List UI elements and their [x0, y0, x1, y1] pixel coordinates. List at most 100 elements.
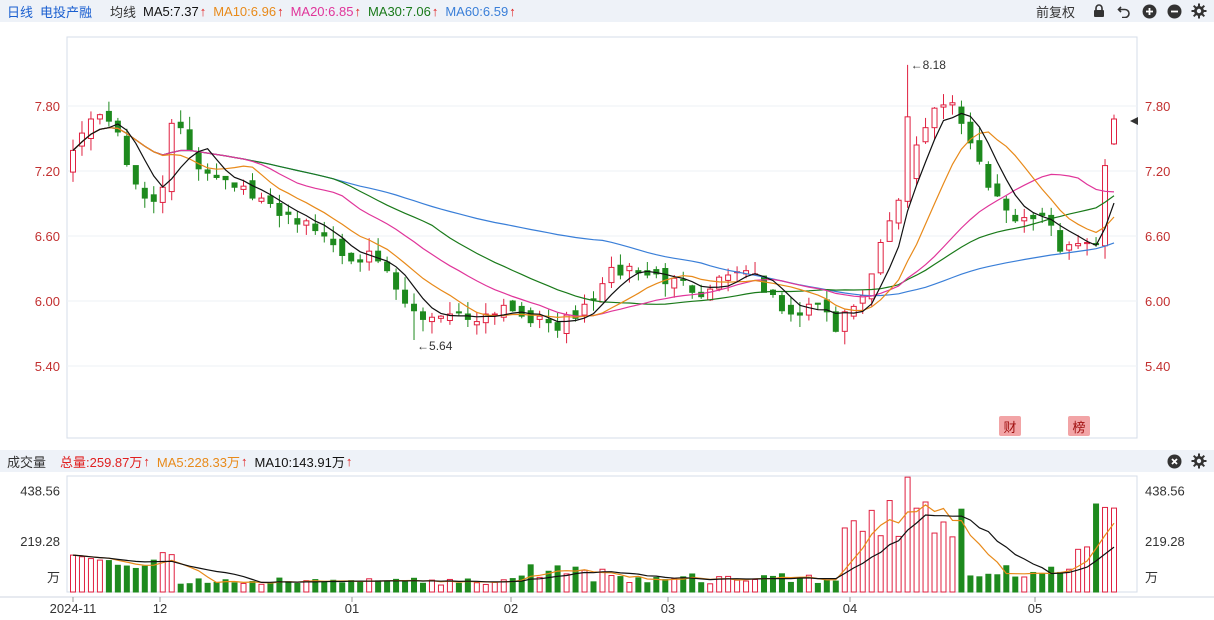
volume-bar — [1111, 507, 1117, 593]
candle-body — [294, 218, 301, 225]
candle-body — [1111, 118, 1117, 145]
adjust-select[interactable]: 前复权 — [1036, 2, 1075, 21]
candle-body — [778, 295, 785, 312]
volume-bar — [994, 574, 1001, 593]
volume-bar — [96, 559, 103, 593]
low-price-annotation: ←5.64 — [417, 339, 453, 353]
volume-bar — [689, 573, 696, 593]
volume-bar — [581, 569, 588, 593]
volume-bar — [1030, 571, 1037, 593]
candle-body — [123, 135, 130, 165]
volume-bar — [1102, 506, 1109, 593]
volume-bar — [321, 580, 328, 593]
candle-body — [267, 195, 274, 205]
price-tick-label: 6.00 — [35, 294, 60, 309]
candle-body — [150, 194, 157, 202]
volume-bar — [186, 583, 193, 593]
close-icon[interactable] — [1165, 452, 1183, 470]
candle-body — [805, 303, 812, 316]
lock-icon[interactable] — [1090, 2, 1108, 20]
volume-total-legend: 总量:259.87万 ↑ — [60, 453, 150, 470]
price-tick-label: 5.40 — [35, 359, 60, 374]
up-arrow-icon: ↑ — [241, 453, 248, 469]
candle-body — [312, 223, 319, 232]
ranking-badge[interactable]: 榜 — [1068, 416, 1090, 436]
volume-bar — [258, 583, 265, 593]
volume-bar — [132, 567, 139, 593]
up-arrow-icon: ↑ — [509, 3, 516, 19]
volume-bar — [832, 580, 839, 593]
zoom-out-icon[interactable] — [1165, 2, 1183, 20]
x-tick-label: 05 — [1028, 601, 1042, 616]
high-price-annotation: ←8.18 — [911, 58, 947, 72]
tab-ma[interactable]: 均线 — [110, 2, 136, 21]
price-tick-label: 5.40 — [1145, 359, 1170, 374]
x-tick-label: 03 — [661, 601, 675, 616]
candle-body — [249, 180, 256, 199]
candle-body — [599, 283, 606, 303]
volume-bar — [976, 576, 983, 593]
volume-bar — [823, 580, 830, 593]
ma30-legend: MA30:7.06 ↑ — [367, 3, 439, 19]
candle-body — [411, 303, 418, 312]
candle-body — [455, 311, 462, 314]
candle-body — [159, 186, 166, 203]
volume-bar — [1039, 573, 1046, 593]
candle-body — [581, 303, 588, 316]
candle-body — [527, 310, 534, 324]
tab-stock-name[interactable]: 电投产融 — [40, 2, 92, 21]
candle-body — [285, 211, 292, 215]
candle-body — [204, 169, 211, 174]
volume-tick-label: 万 — [1145, 570, 1158, 585]
volume-bar — [249, 581, 256, 593]
candle-body — [985, 164, 992, 188]
candle-body — [1030, 214, 1037, 220]
volume-bar — [159, 552, 166, 593]
volume-bar — [285, 581, 292, 593]
candle-body — [330, 238, 337, 246]
ma10-legend: MA10:6.96 ↑ — [213, 3, 284, 19]
candle-body — [949, 102, 956, 106]
kline-chart[interactable]: 7.80 7.80 7.20 7.20 6.60 6.60 6.00 6.00 5.40 5.40… — [0, 0, 1214, 620]
volume-bar — [509, 578, 516, 593]
candle-body — [303, 220, 310, 226]
volume-bar — [743, 580, 750, 593]
zoom-in-icon[interactable] — [1140, 2, 1158, 20]
candle-body — [132, 165, 139, 185]
candle-body — [787, 304, 794, 315]
up-arrow-icon: ↑ — [277, 3, 284, 19]
candle-body — [213, 174, 220, 178]
candle-body — [1075, 243, 1082, 247]
volume-bar — [70, 554, 76, 593]
volume-bar — [87, 558, 94, 593]
volume-bar — [1057, 571, 1064, 593]
settings-gear-icon[interactable] — [1190, 2, 1208, 20]
volume-bar — [734, 579, 741, 593]
x-tick-label: 04 — [843, 601, 857, 616]
candle-body — [384, 261, 391, 272]
volume-bar — [114, 564, 121, 593]
settings-gear-icon[interactable] — [1190, 452, 1208, 470]
candle-body — [536, 315, 543, 320]
finance-badge[interactable]: 财 — [999, 416, 1021, 436]
volume-bar — [707, 583, 714, 593]
volume-bar — [617, 576, 624, 593]
candle-body — [617, 264, 624, 276]
candle-body — [1012, 214, 1019, 222]
volume-bar — [195, 578, 202, 593]
volume-bar — [814, 582, 821, 593]
undo-icon[interactable] — [1115, 2, 1133, 20]
candle-body — [258, 197, 265, 202]
volume-bar — [455, 582, 462, 593]
candle-body — [725, 274, 732, 281]
volume-bar — [895, 535, 902, 593]
price-tick-label: 6.60 — [35, 229, 60, 244]
volume-ma5-legend: MA5:228.33万 ↑ — [156, 453, 248, 470]
volume-bar — [267, 582, 274, 593]
candle-body — [240, 185, 247, 190]
tab-daily[interactable]: 日线 — [7, 2, 33, 21]
candle-body — [222, 175, 229, 181]
candle-body — [554, 322, 561, 331]
volume-bar — [240, 582, 247, 593]
candle-body — [428, 316, 435, 323]
